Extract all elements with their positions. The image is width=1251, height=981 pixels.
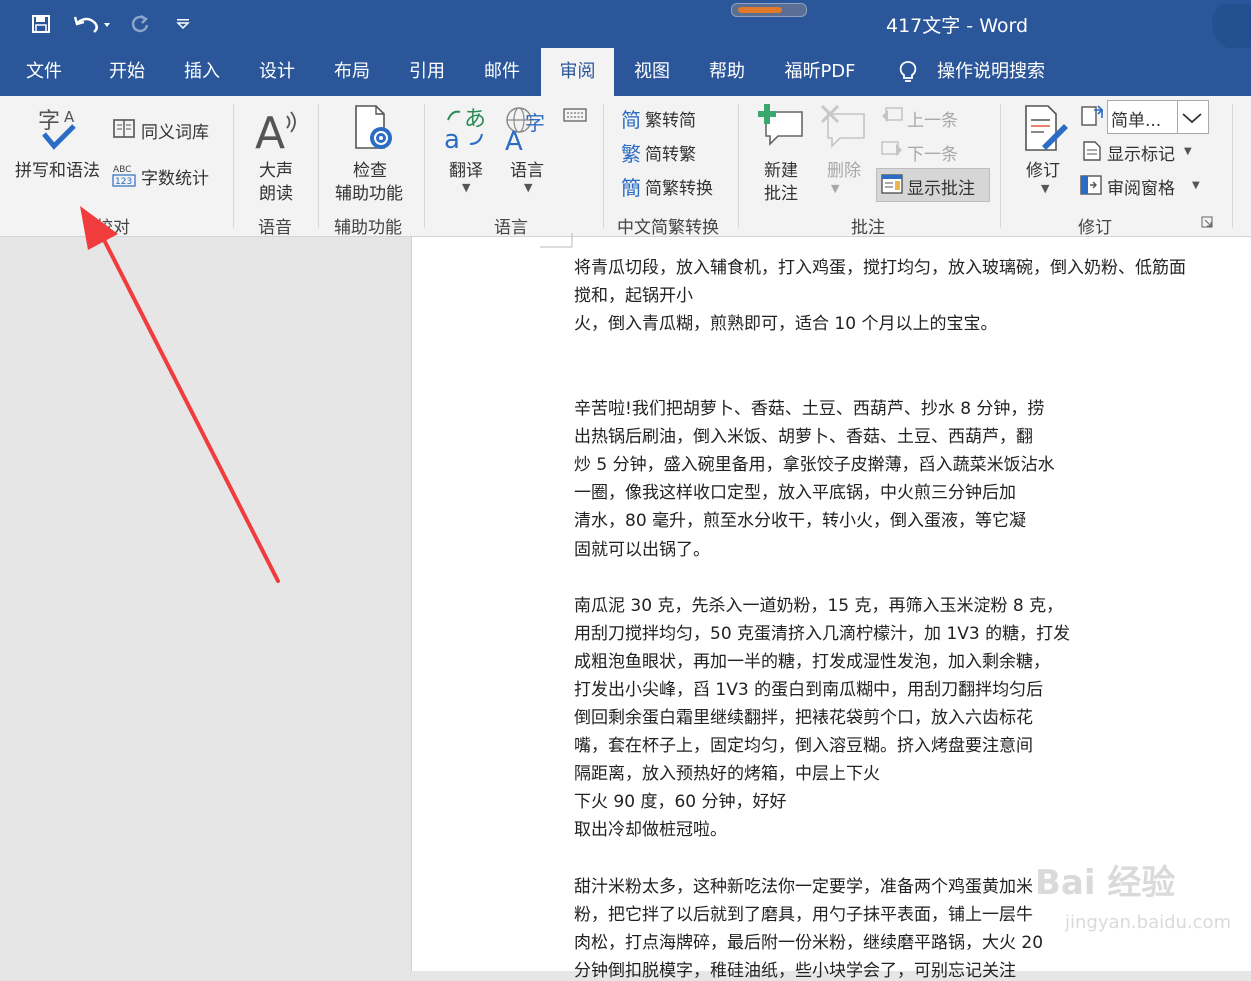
annotation-arrow-icon [80,206,280,583]
